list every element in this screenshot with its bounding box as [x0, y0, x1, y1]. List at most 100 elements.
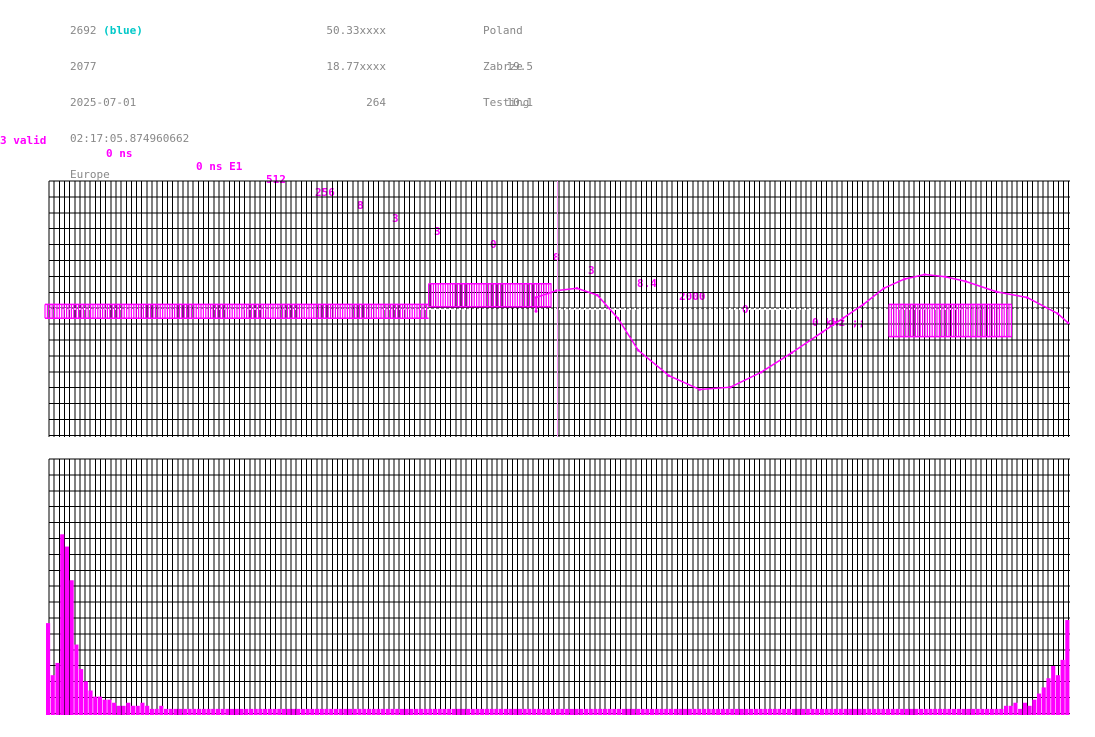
spectrum-bar	[574, 708, 579, 715]
spectrum-bar	[1041, 687, 1046, 715]
baseline-marker	[569, 308, 571, 310]
baseline-marker	[864, 308, 866, 310]
waveform-point	[943, 275, 947, 279]
waveform-point	[759, 370, 763, 374]
baseline-marker	[669, 308, 671, 310]
waveform-point	[862, 303, 865, 306]
spectrum-bar	[215, 708, 220, 715]
spectrum-bar	[697, 708, 702, 715]
baseline-marker	[769, 308, 771, 310]
spectrum-bar	[933, 708, 938, 715]
spectrum-bar	[838, 708, 843, 715]
spectrum-bar	[683, 708, 688, 715]
spectrum-bar	[966, 708, 971, 715]
baseline-marker	[684, 308, 686, 310]
spectrum-bar	[60, 534, 65, 715]
spectrum-bar	[470, 708, 475, 715]
spectrum-bar	[484, 708, 489, 715]
spectrum-bar	[88, 690, 93, 715]
spectrum-bar	[711, 708, 716, 715]
spectrum-bar	[786, 708, 791, 715]
spectrum-bar	[281, 708, 287, 715]
waveform-point	[698, 388, 702, 391]
baseline-marker	[594, 308, 596, 310]
spectrum-bar	[810, 708, 815, 715]
spectrum-bar	[645, 708, 650, 715]
waveform-point	[903, 277, 906, 281]
baseline-marker	[614, 308, 616, 310]
spectrum-bar	[418, 708, 423, 715]
spectrum-bar	[923, 708, 928, 715]
spectrum-bar	[725, 708, 730, 715]
spectrum-bar	[536, 708, 541, 715]
spectrum-bar	[267, 708, 272, 715]
spectrum-bar	[1003, 705, 1009, 715]
spectrum-bar	[621, 708, 626, 715]
spectrum-bar	[74, 644, 79, 715]
baseline-marker	[639, 308, 641, 310]
baseline-marker	[804, 308, 806, 310]
baseline-marker	[699, 308, 701, 310]
baseline-marker	[604, 308, 606, 310]
spectrum-bar	[338, 708, 343, 715]
spectrum-bar	[513, 708, 518, 715]
spectrum-bar	[381, 708, 386, 715]
spectrum-bar	[499, 708, 504, 715]
waveform-point	[637, 349, 640, 352]
spectrum-bar	[678, 708, 683, 715]
spectrum-bar	[362, 708, 367, 715]
spectrum-bar	[461, 708, 466, 715]
spectrum-bar	[1022, 702, 1027, 715]
waveform-point	[821, 330, 824, 334]
spectrum-bar	[937, 708, 942, 715]
spectrum-bar	[763, 708, 768, 715]
baseline-marker	[589, 308, 591, 310]
spectrum-bar	[952, 708, 957, 715]
spectrum-bar	[352, 708, 357, 715]
baseline-marker	[749, 308, 751, 310]
baseline-marker	[539, 308, 541, 310]
spectrum-bar	[508, 708, 513, 715]
baseline-marker	[694, 308, 696, 310]
spectrum-bar	[819, 708, 825, 715]
spectrum-bar	[546, 708, 551, 715]
spectrum-bar	[900, 708, 905, 715]
spectrum-bar	[942, 708, 947, 715]
baseline-marker	[724, 308, 726, 310]
spectrum-bar	[102, 699, 107, 715]
spectrum-bar	[602, 708, 607, 715]
spectrum-bar	[961, 708, 966, 715]
baseline-marker	[774, 308, 776, 310]
spectrum-bar	[395, 708, 400, 715]
spectrum-bar	[385, 708, 390, 715]
waveform-point	[534, 310, 538, 313]
spectrum-bar	[371, 708, 376, 715]
spectrum-bar	[767, 708, 773, 715]
waveform-point	[923, 273, 927, 276]
spectrum-bar	[456, 708, 461, 715]
spectrum-bar	[612, 708, 617, 715]
baseline-marker	[679, 308, 681, 310]
spectrum-bar	[1051, 666, 1056, 715]
spectrum-bar	[857, 708, 862, 715]
spectrum-bar	[904, 708, 909, 715]
spectrum-bar	[423, 708, 428, 715]
baseline-marker	[464, 308, 466, 310]
baseline-marker	[844, 308, 846, 310]
baseline-marker	[809, 308, 811, 310]
spectrum-bar	[805, 708, 810, 715]
spectrum-bar	[140, 702, 145, 715]
spectrum-bar	[650, 708, 655, 715]
spectrum-bar	[220, 708, 225, 715]
baseline-marker	[1024, 308, 1026, 310]
spectrum-bar	[399, 708, 405, 715]
spectrum-bar	[480, 708, 485, 715]
spectrum-bar	[135, 705, 140, 715]
baseline-marker	[524, 308, 526, 310]
spectrum-bar	[1060, 659, 1065, 715]
spectrum-bar	[79, 669, 84, 715]
spectrum-bar	[248, 708, 254, 715]
spectrum-bar	[772, 708, 777, 715]
spectrum-bar	[489, 708, 494, 715]
baseline-marker	[874, 308, 876, 310]
